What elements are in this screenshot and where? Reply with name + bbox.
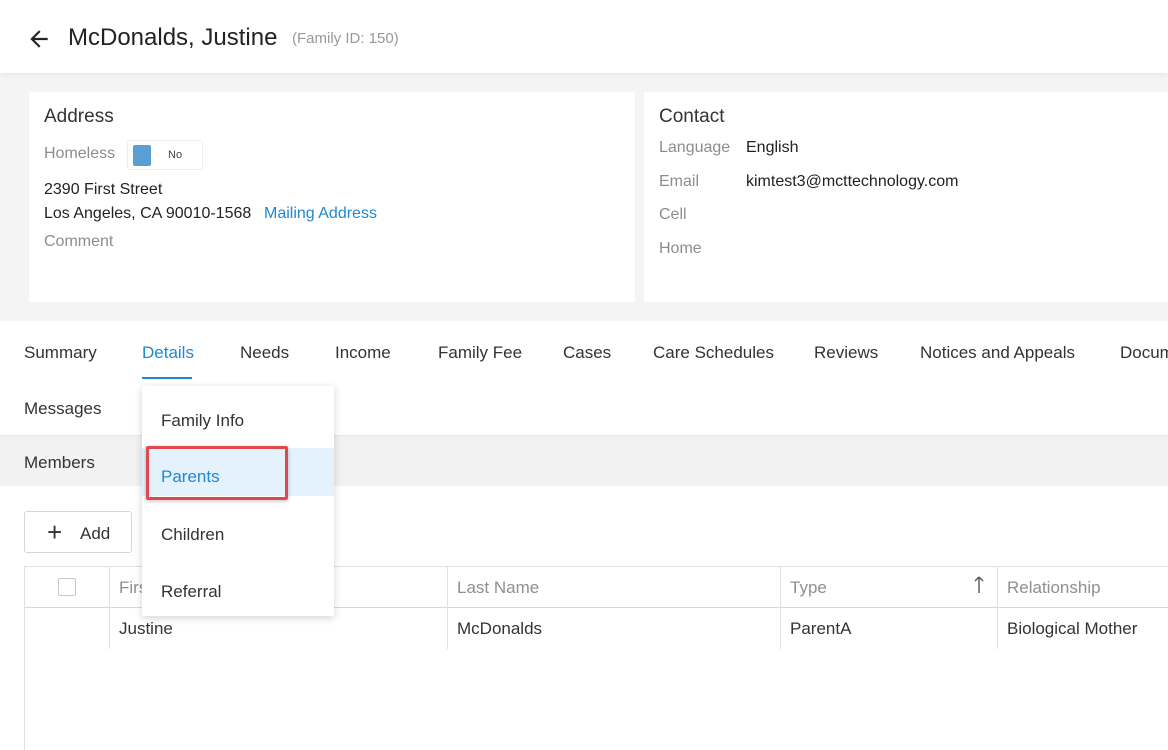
language-label: Language (659, 139, 731, 156)
cell-type: ParentA (790, 619, 852, 638)
email-label: Email (659, 173, 700, 190)
plus-icon: + (47, 517, 63, 547)
tab-details[interactable]: Details (142, 343, 194, 363)
home-label: Home (659, 240, 702, 257)
contact-title: Contact (659, 106, 725, 127)
address-card: Address Homeless No 2390 First Street Lo… (29, 92, 635, 302)
back-arrow-icon[interactable] (26, 26, 52, 52)
homeless-toggle-text: No (168, 149, 183, 161)
comment-label: Comment (44, 233, 114, 250)
menu-item-label: Children (161, 525, 225, 544)
highlight-annotation-box (146, 446, 288, 500)
column-separator (997, 567, 998, 649)
cell-last-name: McDonalds (457, 619, 543, 638)
menu-item-label: Family Info (161, 411, 245, 430)
tab-reviews[interactable]: Reviews (814, 343, 878, 363)
tab-documents[interactable]: Docum (1120, 343, 1168, 363)
menu-item-family-info[interactable]: Family Info (142, 392, 334, 440)
toggle-knob (133, 145, 151, 166)
column-separator (447, 567, 448, 649)
contact-card: Contact Language English Email kimtest3@… (644, 92, 1168, 302)
column-header-last-name[interactable]: Last Name (457, 578, 539, 598)
sort-ascending-icon[interactable] (973, 575, 985, 595)
street-address: 2390 First Street (44, 181, 163, 198)
details-dropdown-menu: Family Info Parents Children Referral (142, 386, 334, 616)
select-all-checkbox[interactable] (58, 578, 76, 596)
column-separator (780, 567, 781, 649)
subtab-members[interactable]: Members (24, 453, 95, 473)
city-state-zip: Los Angeles, CA 90010-1568 (44, 205, 252, 222)
page-title: McDonalds, Justine (68, 24, 278, 51)
email-value: kimtest3@mcttechnology.com (746, 173, 959, 190)
menu-item-label: Referral (161, 582, 222, 601)
page-header: McDonalds, Justine (Family ID: 150) (0, 0, 1168, 73)
address-title: Address (44, 106, 114, 127)
tab-family-fee[interactable]: Family Fee (438, 343, 522, 363)
add-button-label: Add (80, 524, 111, 543)
family-id: (Family ID: 150) (292, 30, 399, 47)
language-value: English (746, 139, 799, 156)
tab-income[interactable]: Income (335, 343, 391, 363)
column-header-type[interactable]: Type (790, 578, 827, 598)
tab-care-schedules[interactable]: Care Schedules (653, 343, 774, 363)
homeless-toggle[interactable]: No (127, 140, 203, 170)
tab-summary[interactable]: Summary (24, 343, 97, 363)
column-separator (109, 567, 110, 649)
add-button[interactable]: + Add (24, 511, 132, 553)
tab-needs[interactable]: Needs (240, 343, 289, 363)
cell-relationship: Biological Mother (1007, 619, 1138, 638)
homeless-label: Homeless (44, 145, 116, 162)
menu-item-referral[interactable]: Referral (142, 563, 334, 611)
column-header-relationship[interactable]: Relationship (1007, 578, 1101, 598)
tab-notices-and-appeals[interactable]: Notices and Appeals (920, 343, 1075, 363)
menu-item-children[interactable]: Children (142, 506, 334, 554)
tab-cases[interactable]: Cases (563, 343, 611, 363)
active-tab-indicator (142, 377, 192, 379)
info-area: Address Homeless No 2390 First Street Lo… (0, 73, 1168, 321)
tab-messages[interactable]: Messages (24, 399, 101, 419)
mailing-address-link[interactable]: Mailing Address (264, 205, 377, 223)
cell-first-name[interactable]: Justine (119, 619, 173, 639)
cell-label: Cell (659, 206, 687, 223)
